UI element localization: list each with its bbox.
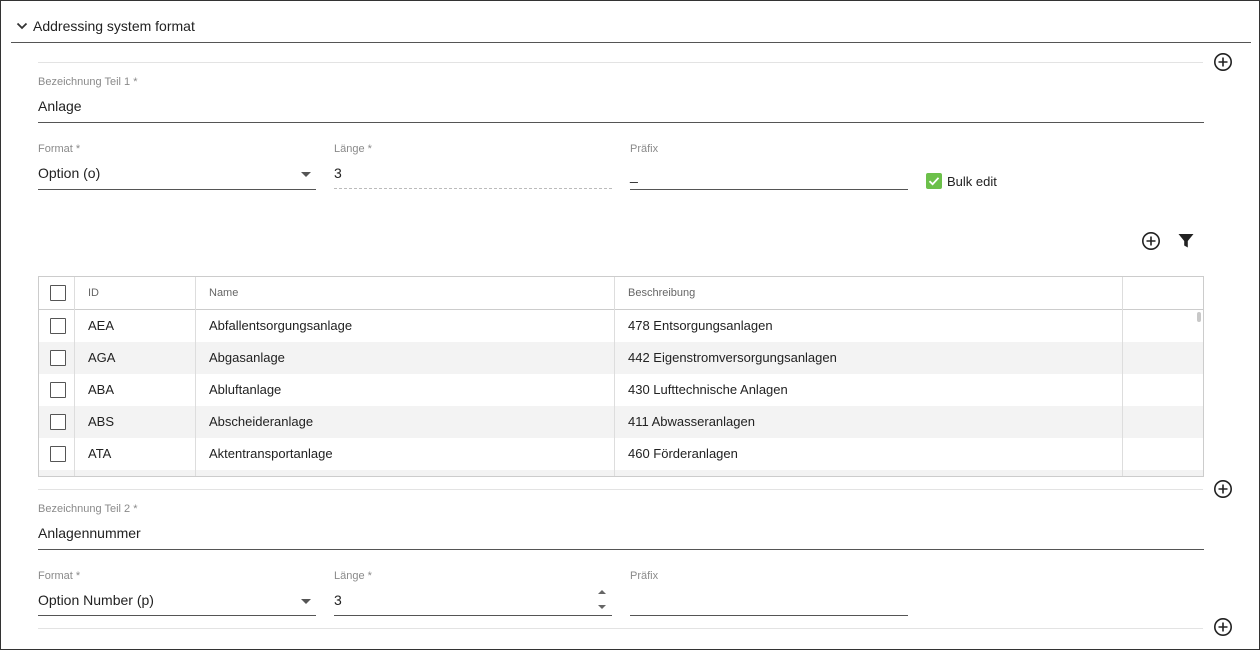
column-divider <box>195 277 196 476</box>
part1-prefix-label: Präfix <box>630 143 659 155</box>
column-divider <box>74 277 75 476</box>
cell-description: 430 Lufttechnische Anlagen <box>628 382 788 397</box>
cell-description: 411 Abwasseranlagen <box>628 414 755 429</box>
add-circle-icon[interactable] <box>1213 617 1233 637</box>
part1-label: Bezeichnung Teil 1 * <box>38 76 138 88</box>
cell-description: 442 Eigenstromversorgungsanlagen <box>628 350 837 365</box>
table-row[interactable]: AGA Abgasanlage 442 Eigenstromversorgung… <box>39 342 1203 374</box>
part2-underline <box>38 549 1204 550</box>
section-title: Addressing system format <box>33 17 195 34</box>
cell-description: 460 Förderanlagen <box>628 446 738 461</box>
part1-length-label: Länge * <box>334 143 372 155</box>
cell-id: ABA <box>88 382 115 397</box>
dropdown-arrow-icon[interactable] <box>301 599 311 604</box>
add-circle-icon[interactable] <box>1213 52 1233 72</box>
cell-name: Abluftanlage <box>209 382 282 397</box>
part2-length-label: Länge * <box>334 570 372 582</box>
cell-id: AEA <box>88 318 115 333</box>
cell-name: Abgasanlage <box>209 350 285 365</box>
row-checkbox[interactable] <box>50 382 66 398</box>
part2-prefix-underline <box>630 615 908 616</box>
part2-format-underline <box>38 615 316 616</box>
cell-id: ABS <box>88 414 115 429</box>
column-header-name[interactable]: Name <box>196 277 238 310</box>
cell-id: ATA <box>88 446 112 461</box>
part2-prefix-label: Präfix <box>630 570 659 582</box>
part2-format-label: Format * <box>38 570 81 582</box>
table-header: ID Name Beschreibung <box>39 277 1203 310</box>
part1-format-underline <box>38 189 316 190</box>
check-icon <box>928 177 940 186</box>
part2-length-underline <box>334 615 612 616</box>
table-row[interactable]: ABA Abluftanlage 430 Lufttechnische Anla… <box>39 374 1203 406</box>
column-header-id[interactable]: ID <box>75 277 99 310</box>
row-checkbox[interactable] <box>50 414 66 430</box>
part2-label: Bezeichnung Teil 2 * <box>38 503 138 515</box>
cell-description: 478 Entsorgungsanlagen <box>628 318 773 333</box>
part1-format-label: Format * <box>38 143 81 155</box>
column-divider <box>1122 277 1123 476</box>
column-header-description[interactable]: Beschreibung <box>615 277 695 310</box>
divider <box>38 62 1203 63</box>
part1-format-select[interactable]: Option (o) <box>38 165 100 181</box>
row-checkbox[interactable] <box>50 318 66 334</box>
chevron-down-icon[interactable] <box>13 17 31 35</box>
part2-format-select[interactable]: Option Number (p) <box>38 592 154 608</box>
dropdown-arrow-icon[interactable] <box>301 172 311 177</box>
bulk-edit-label: Bulk edit <box>947 174 997 189</box>
number-stepper-icon[interactable] <box>596 587 608 613</box>
add-circle-icon[interactable] <box>1140 230 1162 252</box>
divider <box>38 628 1203 629</box>
cell-name: Abscheideranlage <box>209 414 314 429</box>
part1-length-input[interactable]: 3 <box>334 165 342 181</box>
table-row[interactable]: AEA Abfallentsorgungsanlage 478 Entsorgu… <box>39 310 1203 342</box>
table-row[interactable] <box>39 470 1203 476</box>
divider <box>38 489 1203 490</box>
part1-underline <box>38 122 1204 123</box>
add-circle-icon[interactable] <box>1213 479 1233 499</box>
part1-input[interactable]: Anlage <box>38 98 82 114</box>
part1-length-underline <box>334 188 612 189</box>
table-scrollbar[interactable] <box>1197 312 1201 322</box>
table-row[interactable]: ABS Abscheideranlage 411 Abwasseranlagen <box>39 406 1203 438</box>
select-all-checkbox[interactable] <box>50 285 66 301</box>
part1-prefix-input[interactable]: _ <box>630 167 638 183</box>
filter-icon[interactable] <box>1175 230 1197 252</box>
cell-id: AGA <box>88 350 116 365</box>
cell-name: Aktentransportanlage <box>209 446 333 461</box>
bulk-edit-checkbox[interactable] <box>926 173 942 189</box>
part2-length-input[interactable]: 3 <box>334 592 342 608</box>
options-table: ID Name Beschreibung AEA Abfallentsorgun… <box>38 276 1204 477</box>
row-checkbox[interactable] <box>50 350 66 366</box>
table-row[interactable]: ATA Aktentransportanlage 460 Förderanlag… <box>39 438 1203 470</box>
app-frame: Addressing system format Bezeichnung Tei… <box>0 0 1260 650</box>
column-divider <box>614 277 615 476</box>
part1-prefix-underline <box>630 189 908 190</box>
cell-name: Abfallentsorgungsanlage <box>209 318 353 333</box>
section-header[interactable]: Addressing system format <box>11 9 1251 43</box>
row-checkbox[interactable] <box>50 446 66 462</box>
part2-input[interactable]: Anlagennummer <box>38 525 141 541</box>
